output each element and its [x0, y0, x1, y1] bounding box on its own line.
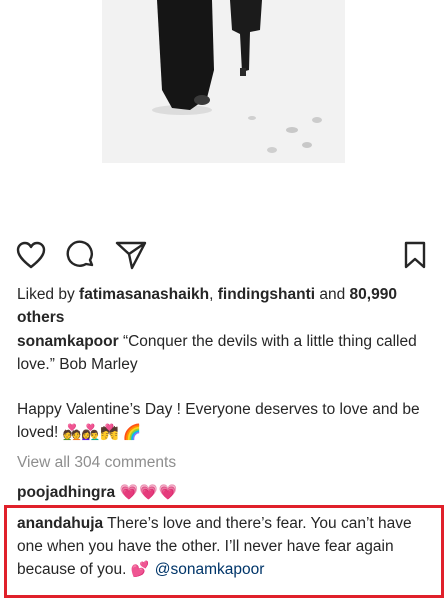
likes-prefix: Liked by [17, 286, 80, 303]
comment-hearts: 💗💗💗 [119, 484, 179, 501]
post-photo[interactable] [102, 0, 345, 163]
comment-username[interactable]: poojadhingra [17, 484, 115, 501]
caption-username[interactable]: sonamkapoor [17, 333, 119, 350]
likes-summary: Liked by fatimasanashaikh, findingshanti… [17, 283, 432, 329]
post-photo-area [0, 0, 447, 230]
heart-outline-icon [16, 241, 46, 269]
paper-plane-icon [115, 241, 147, 270]
comment-username[interactable]: anandahuja [17, 515, 103, 532]
liker-username-2[interactable]: findingshanti [218, 286, 315, 303]
view-all-comments-link[interactable]: View all 304 comments [17, 451, 432, 474]
likes-separator: , [209, 286, 218, 303]
like-button[interactable] [14, 238, 48, 272]
mention-link[interactable]: @sonamkapoor [150, 561, 265, 578]
comment-emoji: 💕 [130, 561, 151, 578]
bookmark-icon [404, 241, 426, 269]
liker-username-1[interactable]: fatimasanashaikh [79, 286, 209, 303]
post-caption: sonamkapoor “Conquer the devils with a l… [17, 330, 432, 376]
snow-walk-image [102, 0, 345, 163]
comment-item: poojadhingra 💗💗💗 [17, 481, 432, 504]
likes-and: and [315, 286, 350, 303]
greeting-emojis: 💑👩‍❤️‍👨💏 🌈 [62, 424, 142, 441]
share-button[interactable] [114, 238, 148, 272]
highlighted-comment: anandahuja There’s love and there’s fear… [17, 512, 427, 581]
caption-greeting: Happy Valentine’s Day ! Everyone deserve… [17, 398, 432, 444]
post-actions-bar [0, 238, 447, 274]
comment-bubble-icon [66, 240, 94, 267]
save-button[interactable] [398, 238, 432, 272]
comment-button[interactable] [64, 238, 98, 272]
